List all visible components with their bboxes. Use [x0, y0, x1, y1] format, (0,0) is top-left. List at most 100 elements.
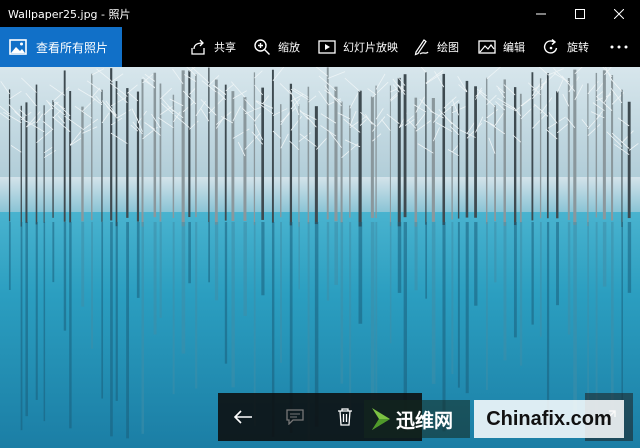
tree-trunk	[627, 101, 631, 219]
slideshow-button[interactable]: 幻灯片放映	[317, 27, 398, 67]
tree-reflection	[195, 222, 198, 389]
tree-reflection	[627, 222, 632, 293]
tree-reflection	[280, 222, 282, 363]
more-button[interactable]	[608, 27, 630, 67]
tree-trunk	[397, 77, 401, 227]
draw-label: 绘图	[437, 41, 459, 54]
tree-trunk	[81, 106, 84, 222]
watermark-en-block: Chinafix.com	[474, 400, 624, 438]
tree-reflection	[349, 222, 352, 417]
tree-reflection	[519, 222, 523, 366]
tree-reflection	[546, 222, 550, 430]
tree-reflection	[485, 222, 488, 390]
slideshow-label: 幻灯片放映	[343, 41, 398, 54]
minimize-button[interactable]	[520, 0, 562, 27]
tree-reflection	[539, 222, 542, 337]
zoom-button[interactable]: 缩放	[252, 27, 300, 67]
tree-reflection	[602, 222, 607, 287]
tree-trunk	[136, 91, 140, 222]
tree-trunk	[349, 105, 351, 218]
tree-reflection	[451, 222, 454, 375]
tree-reflection	[188, 222, 191, 284]
tree-trunk	[621, 89, 623, 227]
tree-trunk	[503, 79, 506, 226]
comment-button[interactable]	[270, 393, 320, 441]
tree-reflection	[20, 222, 23, 431]
command-bar: 查看所有照片 共享 缩放 幻灯片放映 绘图 编辑 旋转	[0, 27, 640, 67]
tree-reflection	[573, 222, 577, 422]
tree-reflection	[172, 222, 175, 395]
tree-trunk	[141, 79, 144, 227]
tree-reflection	[358, 222, 363, 324]
tree-reflection	[43, 222, 46, 422]
tree-trunk	[110, 68, 113, 221]
tree-reflection	[567, 222, 571, 335]
tree-reflection	[531, 222, 534, 325]
photo-icon	[9, 39, 27, 55]
more-icon	[610, 45, 628, 49]
tree-reflection	[334, 222, 339, 285]
tree-trunk	[595, 72, 598, 218]
tree-trunk	[431, 97, 435, 222]
tree-trunk	[389, 85, 391, 227]
close-button[interactable]	[598, 0, 640, 27]
rotate-button[interactable]: 旋转	[541, 27, 589, 67]
watermark: 迅维网 Chinafix.com	[364, 400, 640, 438]
tree-reflection	[126, 222, 130, 439]
tree-reflection	[231, 222, 235, 388]
tree-reflection	[465, 222, 469, 394]
watermark-cn-text: 迅维网	[396, 409, 454, 432]
tree-trunk	[20, 105, 22, 227]
tree-trunk	[195, 74, 197, 218]
wallpaper-image	[0, 67, 640, 448]
back-button[interactable]	[218, 393, 268, 441]
tree-reflection	[101, 222, 104, 399]
share-button[interactable]: 共享	[188, 27, 236, 67]
tree-trunk	[556, 91, 559, 219]
tree-trunk	[126, 88, 129, 218]
photo-view[interactable]	[0, 67, 640, 448]
minimize-icon	[536, 13, 546, 14]
tree-trunk	[25, 102, 28, 224]
tree-trunk	[403, 74, 407, 218]
tree-reflection	[298, 222, 300, 290]
tree-trunk	[587, 83, 589, 227]
tree-trunk	[188, 70, 191, 218]
tree-trunk	[494, 105, 496, 222]
tree-reflection	[587, 222, 590, 409]
tree-reflection	[35, 222, 38, 400]
tree-trunk	[340, 101, 343, 223]
tree-trunk	[181, 70, 185, 227]
tree-reflection	[8, 222, 11, 291]
chinafix-logo-icon	[372, 408, 390, 430]
maximize-icon	[575, 8, 585, 19]
edit-button[interactable]: 编辑	[477, 27, 525, 67]
tree-trunk	[208, 67, 210, 223]
tree-reflection	[370, 222, 375, 411]
all-photos-button[interactable]: 查看所有照片	[0, 27, 122, 67]
tree-reflection	[503, 222, 507, 361]
slideshow-icon	[317, 37, 337, 57]
tree-trunk	[334, 86, 338, 222]
tree-reflection	[81, 222, 85, 307]
tree-reflection	[63, 222, 67, 331]
tree-reflection	[153, 222, 157, 335]
edit-icon	[477, 37, 497, 57]
tree-trunk	[474, 86, 477, 218]
tree-trunk	[465, 80, 469, 218]
tree-trunk	[567, 78, 570, 221]
rotate-label: 旋转	[567, 41, 589, 54]
tree-trunk	[546, 72, 549, 219]
tree-reflection	[25, 222, 28, 417]
delete-button[interactable]	[320, 393, 370, 441]
tree-trunk	[602, 70, 606, 220]
back-arrow-icon	[233, 410, 252, 424]
tree-trunk	[261, 87, 265, 220]
tree-reflection	[414, 222, 418, 291]
draw-button[interactable]: 绘图	[411, 27, 459, 67]
tree-trunk	[159, 83, 162, 222]
tree-reflection	[556, 222, 559, 306]
maximize-button[interactable]	[559, 0, 601, 27]
window-title: Wallpaper25.jpg - 照片	[8, 8, 131, 21]
tree-reflection	[52, 222, 55, 283]
